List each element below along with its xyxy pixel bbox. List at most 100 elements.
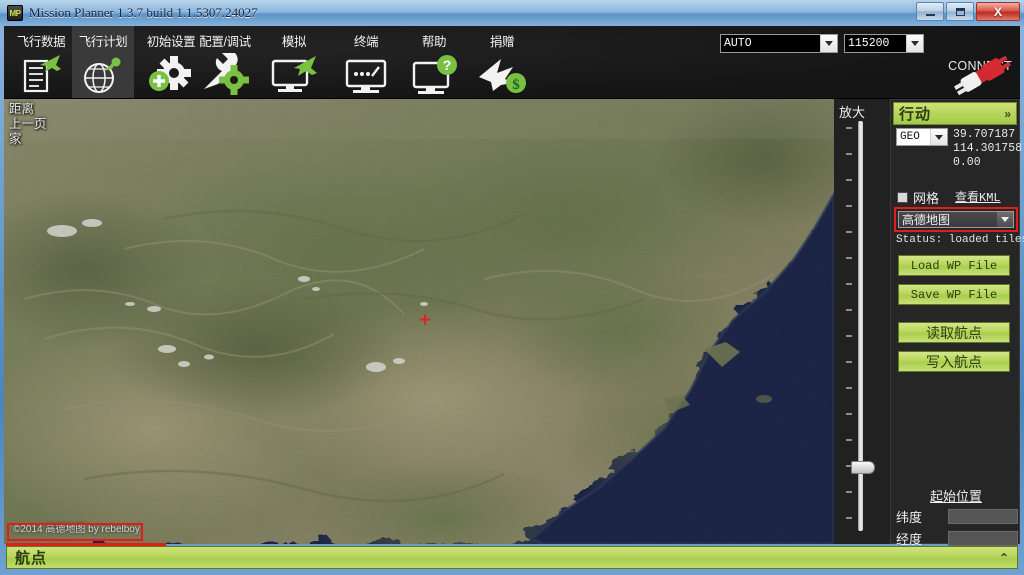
menu-item-simulation[interactable]: 模拟 bbox=[265, 26, 323, 98]
zoom-slider-tick bbox=[846, 413, 852, 415]
close-button[interactable]: X bbox=[976, 2, 1020, 21]
terminal-icon bbox=[337, 52, 395, 98]
zoom-slider-tick bbox=[846, 439, 852, 441]
action-panel-title: 行动 bbox=[899, 106, 932, 123]
zoom-slider-tick bbox=[846, 205, 852, 207]
action-panel: 行动 » GEO 39.707187 114.301758 0.00 网格 查看… bbox=[890, 99, 1024, 569]
altitude-readout: 0.00 bbox=[953, 156, 981, 169]
menu-item-flight-data[interactable]: 飞行数据 bbox=[10, 26, 72, 98]
menu-item-donate[interactable]: 捐赠 $ bbox=[473, 26, 531, 98]
geo-coord-row: GEO 39.707187 114.301758 0.00 bbox=[896, 128, 1022, 170]
minimize-button[interactable] bbox=[916, 2, 944, 21]
zoom-slider-tick bbox=[846, 335, 852, 337]
donate-icon: $ bbox=[473, 52, 531, 98]
map-overlay-prev-page: 上一页 bbox=[9, 117, 47, 131]
coordinate-readout: 39.707187 114.301758 0.00 bbox=[953, 128, 1022, 170]
minimize-icon bbox=[925, 13, 935, 16]
map-overlay-distance: 距离 bbox=[9, 102, 35, 116]
waypoints-bar-title: 航点 bbox=[15, 550, 48, 567]
menu-label: 飞行计划 bbox=[78, 35, 128, 49]
close-icon: X bbox=[993, 4, 1002, 19]
map-overlay-labels: 距离 上一页 家 bbox=[9, 102, 47, 147]
geo-mode-value: GEO bbox=[897, 129, 930, 145]
map-credit-text: ©2014 高德地图 by rebelboy bbox=[13, 524, 140, 535]
home-position-title: 起始位置 bbox=[929, 489, 982, 504]
write-waypoints-button[interactable]: 写入航点 bbox=[898, 351, 1010, 372]
longitude-readout: 114.301758 bbox=[953, 142, 1023, 155]
menu-label: 模拟 bbox=[281, 35, 307, 49]
geo-mode-combo[interactable]: GEO bbox=[896, 128, 948, 146]
menu-item-config-tuning[interactable]: 配置/调试 bbox=[189, 26, 261, 98]
svg-text:$: $ bbox=[512, 77, 520, 93]
map-canvas[interactable]: 距离 上一页 家 + ©2014 高德地图 by rebelboy bbox=[4, 99, 834, 544]
menu-label: 捐赠 bbox=[489, 35, 515, 49]
svg-text:?: ? bbox=[443, 57, 452, 73]
zoom-slider-tick bbox=[846, 517, 852, 519]
waypoints-bar[interactable]: 航点 ⌃ bbox=[6, 546, 1018, 569]
action-panel-header[interactable]: 行动 » bbox=[893, 102, 1017, 125]
zoom-slider-tick bbox=[846, 283, 852, 285]
home-latitude-label: 纬度 bbox=[896, 510, 923, 525]
grid-label: 网格 bbox=[913, 191, 940, 206]
zoom-slider-tick bbox=[846, 179, 852, 181]
menu-label: 帮助 bbox=[421, 35, 447, 49]
load-wp-file-button[interactable]: Load WP File bbox=[898, 255, 1010, 276]
map-source-combo[interactable]: 高德地图 bbox=[898, 211, 1014, 228]
chevron-up-icon[interactable]: ⌃ bbox=[999, 551, 1009, 565]
zoom-slider-thumb[interactable] bbox=[851, 461, 875, 474]
app-icon: MP bbox=[7, 5, 23, 21]
zoom-slider-tick bbox=[846, 309, 852, 311]
menu-label: 初始设置 bbox=[146, 35, 196, 49]
grid-checkbox-row[interactable]: 网格 bbox=[897, 188, 939, 207]
flight-data-icon bbox=[12, 52, 70, 98]
menu-item-help[interactable]: 帮助 ? bbox=[406, 26, 462, 98]
application-window: MP Mission Planner 1.3.7 build 1.1.5307.… bbox=[0, 0, 1024, 575]
grid-checkbox[interactable] bbox=[897, 192, 908, 203]
zoom-slider-tick bbox=[846, 153, 852, 155]
home-latitude-input[interactable] bbox=[948, 509, 1018, 524]
chevron-down-icon[interactable] bbox=[997, 212, 1013, 227]
map-overlay-home: 家 bbox=[9, 132, 22, 146]
menu-item-flight-plan[interactable]: 飞行计划 bbox=[72, 26, 134, 98]
baud-rate-combo[interactable]: 115200 bbox=[844, 34, 924, 53]
chevron-right-icon[interactable]: » bbox=[1004, 107, 1011, 121]
plug-connect-icon bbox=[954, 55, 1011, 96]
menu-label: 终端 bbox=[353, 35, 379, 49]
menu-item-terminal[interactable]: 终端 bbox=[337, 26, 395, 98]
baud-rate-value: 115200 bbox=[845, 35, 906, 52]
serial-port-combo[interactable]: AUTO bbox=[720, 34, 838, 53]
chevron-down-icon[interactable] bbox=[820, 35, 837, 52]
view-kml-link[interactable]: 查看KML bbox=[955, 188, 1001, 205]
zoom-slider-tick bbox=[846, 361, 852, 363]
maximize-icon bbox=[955, 7, 965, 16]
menu-label: 飞行数据 bbox=[16, 35, 66, 49]
chevron-down-icon[interactable] bbox=[930, 129, 947, 145]
status-text: Status: loaded tiles bbox=[896, 234, 1024, 246]
title-bar: MP Mission Planner 1.3.7 build 1.1.5307.… bbox=[0, 0, 1024, 26]
save-wp-file-button[interactable]: Save WP File bbox=[898, 284, 1010, 305]
chevron-down-icon[interactable] bbox=[906, 35, 923, 52]
zoom-slider-tick bbox=[846, 491, 852, 493]
config-tuning-icon bbox=[196, 52, 254, 98]
read-waypoints-button[interactable]: 读取航点 bbox=[898, 322, 1010, 343]
zoom-slider-tick bbox=[846, 387, 852, 389]
window-title: Mission Planner 1.3.7 build 1.1.5307.240… bbox=[29, 5, 258, 20]
connect-button[interactable] bbox=[950, 54, 1014, 98]
zoom-slider-label: 放大 bbox=[839, 105, 866, 120]
flight-plan-icon bbox=[74, 52, 132, 98]
window-controls: X bbox=[916, 2, 1020, 21]
latitude-readout: 39.707187 bbox=[953, 128, 1016, 141]
zoom-slider-tick bbox=[846, 127, 852, 129]
zoom-slider-tick bbox=[846, 231, 852, 233]
main-menu-bar: 飞行数据 飞行计划 初始设置 配置/调试 模拟 终端 帮助 ? 捐赠 $ AUT… bbox=[4, 26, 1020, 99]
map-source-value: 高德地图 bbox=[899, 212, 997, 227]
maximize-button[interactable] bbox=[946, 2, 974, 21]
home-longitude-input[interactable] bbox=[948, 531, 1018, 546]
simulation-icon bbox=[265, 52, 323, 98]
home-longitude-row: 经度 bbox=[896, 530, 1018, 547]
home-latitude-row: 纬度 bbox=[896, 508, 1018, 525]
menu-label: 配置/调试 bbox=[199, 35, 251, 49]
map-center-crosshair: + bbox=[418, 310, 433, 330]
serial-port-value: AUTO bbox=[721, 35, 820, 52]
zoom-slider-tick bbox=[846, 257, 852, 259]
